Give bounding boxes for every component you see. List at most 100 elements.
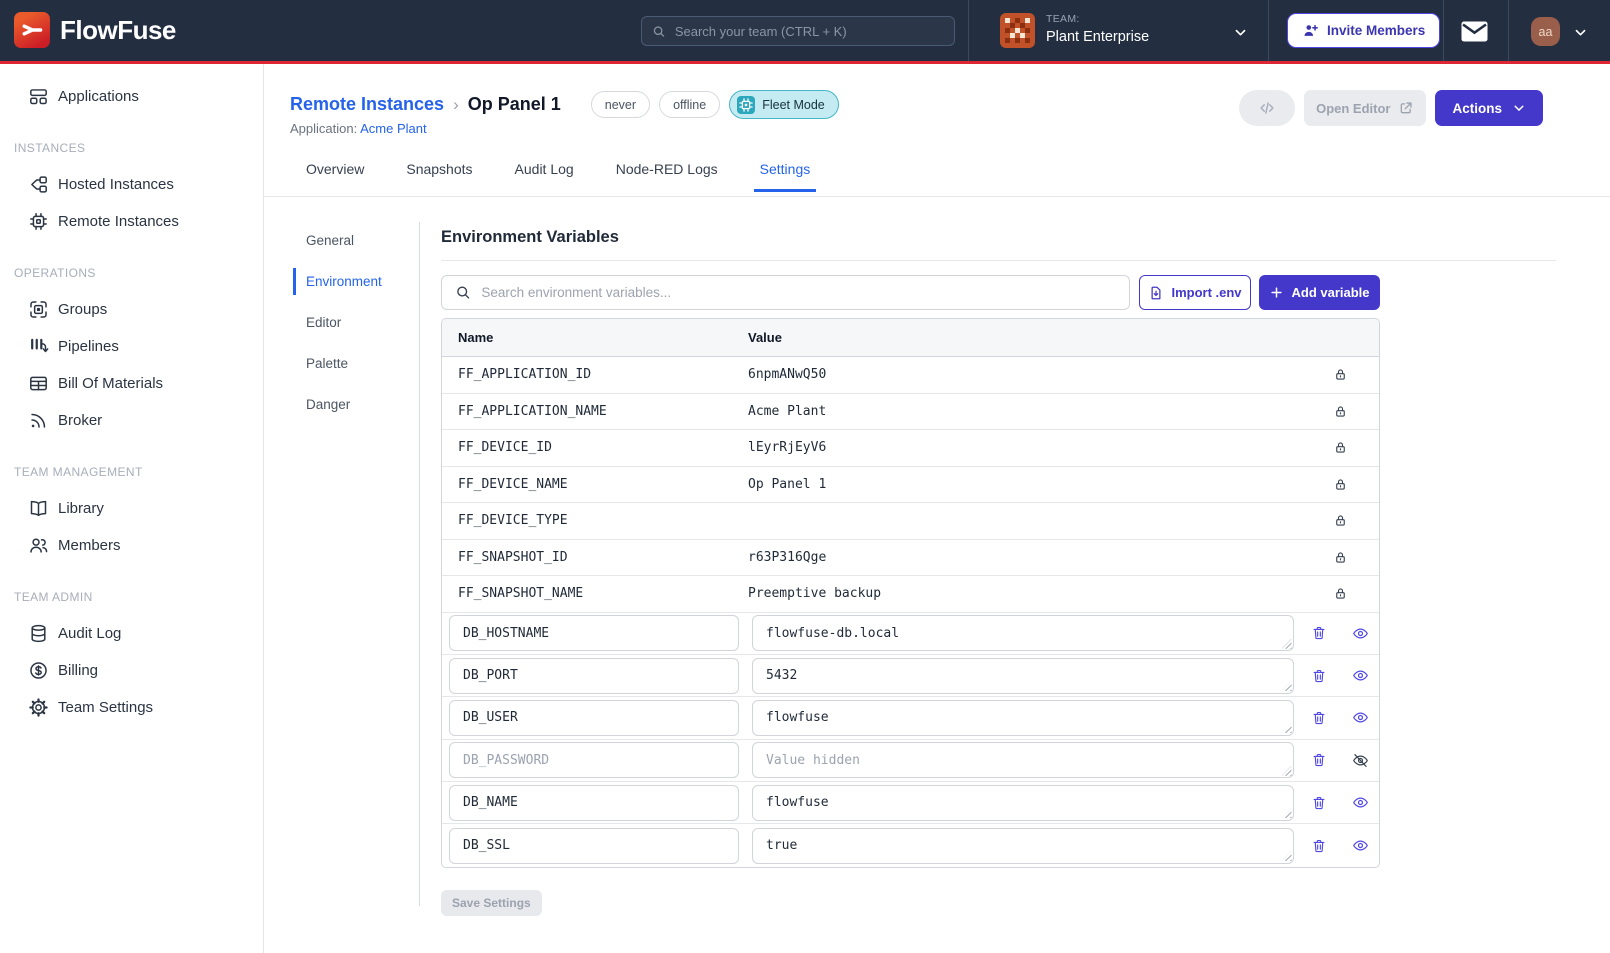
sidebar-section-label: INSTANCES [0, 115, 263, 166]
lock-icon [1301, 586, 1379, 601]
breadcrumb-remote-instances-link[interactable]: Remote Instances [290, 94, 444, 115]
env-name-input[interactable] [449, 615, 739, 651]
env-name-input[interactable] [449, 658, 739, 694]
actions-button[interactable]: Actions [1435, 90, 1543, 126]
add-variable-button[interactable]: Add variable [1259, 275, 1380, 310]
application-link[interactable]: Acme Plant [360, 121, 426, 136]
section-divider [441, 260, 1556, 261]
open-editor-button[interactable]: Open Editor [1304, 90, 1426, 126]
env-value-input[interactable] [752, 615, 1294, 651]
sidebar-item-pipelines[interactable]: Pipelines [0, 328, 263, 365]
developer-mode-button[interactable] [1239, 90, 1295, 126]
trash-icon [1311, 795, 1327, 811]
env-value-input[interactable] [752, 828, 1294, 864]
eye-icon[interactable] [1352, 625, 1369, 642]
eye-icon[interactable] [1352, 667, 1369, 684]
bom-icon [28, 373, 49, 394]
invite-members-button[interactable]: Invite Members [1287, 13, 1440, 48]
sidebar-section-label: TEAM MANAGEMENT [0, 439, 263, 490]
lock-icon [1333, 404, 1348, 419]
audit-icon [28, 623, 49, 644]
eye-off-icon[interactable] [1352, 752, 1369, 769]
env-name-input[interactable] [449, 828, 739, 864]
tab-snapshots[interactable]: Snapshots [400, 161, 478, 192]
env-search-input[interactable] [481, 285, 1116, 300]
env-row-FF_SNAPSHOT_ID: FF_SNAPSHOT_ID r63P316Qge [442, 540, 1379, 577]
breadcrumb-separator: › [453, 95, 459, 115]
lock-icon [1333, 367, 1348, 382]
sidebar-item-audit-log[interactable]: Audit Log [0, 615, 263, 652]
env-row-DB_SSL [442, 824, 1379, 866]
sidebar: ApplicationsINSTANCESHosted InstancesRem… [0, 64, 264, 953]
eye-icon[interactable] [1352, 709, 1369, 726]
sidebar-item-team-settings[interactable]: Team Settings [0, 689, 263, 726]
sidebar-item-applications[interactable]: Applications [0, 78, 263, 115]
lock-icon [1333, 586, 1348, 601]
delete-variable-icon[interactable] [1311, 668, 1327, 684]
lock-icon [1301, 404, 1379, 419]
trash-icon [1311, 625, 1327, 641]
user-menu-chevron-down-icon[interactable] [1573, 25, 1588, 40]
brand-name: FlowFuse [60, 15, 176, 46]
application-line: Application: Acme Plant [290, 121, 427, 136]
settings-nav-environment[interactable]: Environment [293, 261, 419, 302]
env-value-input[interactable] [752, 700, 1294, 736]
brand[interactable]: FlowFuse [14, 12, 176, 48]
gear-icon [28, 697, 49, 718]
lock-icon [1301, 513, 1379, 528]
env-row-FF_APPLICATION_ID: FF_APPLICATION_ID 6npmANwQ50 [442, 357, 1379, 394]
env-value-input[interactable] [752, 742, 1294, 778]
eye-icon[interactable] [1352, 837, 1369, 854]
env-value: lEyrRjEyV6 [748, 440, 1301, 455]
settings-nav-editor[interactable]: Editor [293, 302, 419, 343]
sidebar-item-broker[interactable]: Broker [0, 402, 263, 439]
team-chevron-down-icon[interactable] [1233, 25, 1248, 40]
sidebar-item-members[interactable]: Members [0, 527, 263, 564]
sidebar-item-hosted-instances[interactable]: Hosted Instances [0, 166, 263, 203]
team-search-input[interactable] [675, 24, 944, 39]
settings-nav-danger[interactable]: Danger [293, 384, 419, 425]
sidebar-section-label: TEAM ADMIN [0, 564, 263, 615]
env-row-DB_PASSWORD [442, 740, 1379, 782]
env-name-input[interactable] [449, 742, 739, 778]
main-content: Remote Instances › Op Panel 1 neveroffli… [264, 64, 1610, 953]
env-value-input[interactable] [752, 785, 1294, 821]
env-name-input[interactable] [449, 700, 739, 736]
team-search[interactable] [641, 16, 955, 46]
delete-variable-icon[interactable] [1311, 795, 1327, 811]
env-search[interactable] [441, 275, 1130, 310]
status-badge-offline: offline [659, 91, 720, 118]
delete-variable-icon[interactable] [1311, 838, 1327, 854]
env-name: FF_DEVICE_ID [442, 440, 748, 455]
delete-variable-icon[interactable] [1311, 710, 1327, 726]
eye-icon[interactable] [1352, 794, 1369, 811]
eye-icon [1352, 667, 1369, 684]
import-env-button[interactable]: Import .env [1139, 275, 1251, 310]
delete-variable-icon[interactable] [1311, 625, 1327, 641]
sidebar-item-library[interactable]: Library [0, 490, 263, 527]
delete-variable-icon[interactable] [1311, 752, 1327, 768]
instance-tabs: Overview Snapshots Audit Log Node-RED Logs S… [300, 161, 816, 192]
lock-icon [1301, 477, 1379, 492]
env-value-input[interactable] [752, 658, 1294, 694]
tab-audit-log[interactable]: Audit Log [509, 161, 580, 192]
library-icon [28, 498, 49, 519]
sidebar-item-remote-instances[interactable]: Remote Instances [0, 203, 263, 240]
env-name-input[interactable] [449, 785, 739, 821]
divider [1508, 0, 1509, 61]
user-avatar[interactable]: aa [1531, 17, 1560, 46]
eye-icon [1352, 625, 1369, 642]
tab-settings[interactable]: Settings [754, 161, 817, 192]
settings-nav-general[interactable]: General [293, 220, 419, 261]
tab-overview[interactable]: Overview [300, 161, 370, 192]
members-icon [28, 535, 49, 556]
sidebar-item-groups[interactable]: Groups [0, 291, 263, 328]
sidebar-item-bill-of-materials[interactable]: Bill Of Materials [0, 365, 263, 402]
save-settings-button[interactable]: Save Settings [441, 890, 542, 916]
notifications-mail-icon[interactable] [1461, 21, 1488, 42]
settings-nav-palette[interactable]: Palette [293, 343, 419, 384]
sidebar-item-billing[interactable]: Billing [0, 652, 263, 689]
trash-icon [1311, 752, 1327, 768]
tab-node-red-logs[interactable]: Node-RED Logs [610, 161, 724, 192]
team-selector[interactable]: TEAM: Plant Enterprise [1046, 13, 1149, 45]
